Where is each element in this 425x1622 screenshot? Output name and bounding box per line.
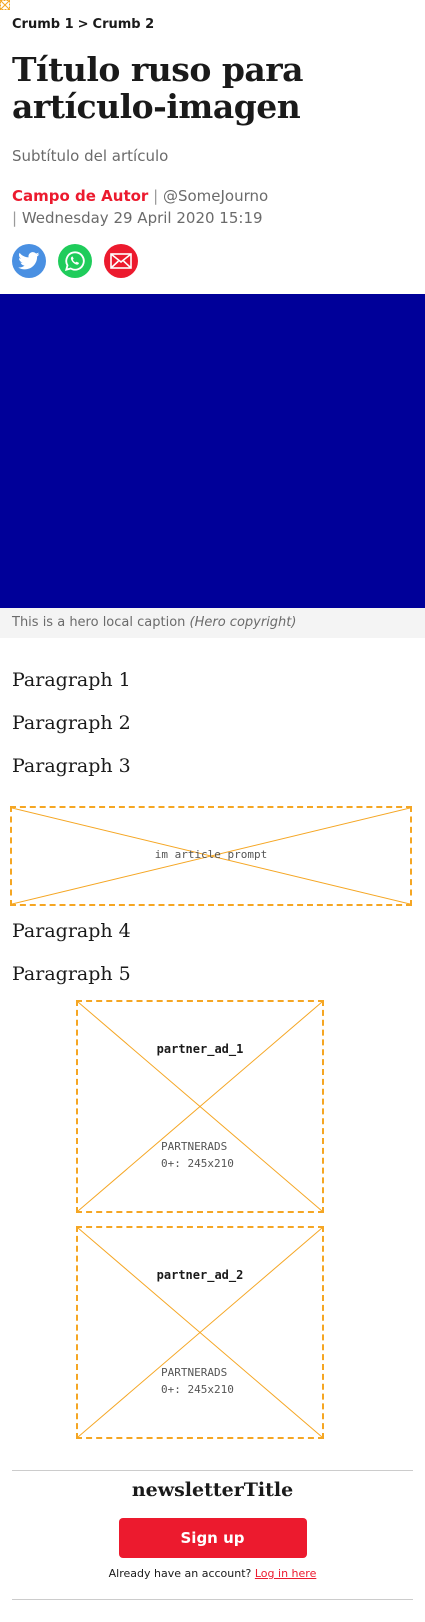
login-link[interactable]: Log in here bbox=[255, 1567, 316, 1580]
publish-date: Wednesday 29 April 2020 15:19 bbox=[21, 209, 263, 227]
signup-button[interactable]: Sign up bbox=[118, 1518, 307, 1558]
ad-size: 0+: 245x210 bbox=[161, 1157, 234, 1170]
login-prompt-text: Already have an account? bbox=[108, 1567, 252, 1580]
login-prompt: Already have an account? Log in here bbox=[12, 1567, 413, 1580]
whatsapp-share-button[interactable] bbox=[58, 244, 92, 278]
byline-separator: | bbox=[153, 187, 159, 205]
email-share-button[interactable] bbox=[104, 244, 138, 278]
ad-slot-name: partner_ad_1 bbox=[156, 1042, 244, 1056]
article-prompt-placeholder: im article prompt bbox=[10, 806, 412, 906]
paragraph: Paragraph 3 bbox=[12, 755, 131, 777]
prompt-placeholder-label: im article prompt bbox=[154, 848, 268, 861]
article-header: Crumb 1 > Crumb 2 Título ruso para artícul… bbox=[0, 0, 425, 278]
hero-caption: This is a hero local caption (Hero copyr… bbox=[0, 608, 425, 638]
ad-slot-meta: PARTNERADS 0+: 245x210 bbox=[161, 1138, 234, 1172]
paragraph: Paragraph 5 bbox=[12, 963, 131, 985]
ad-provider: PARTNERADS bbox=[161, 1140, 228, 1153]
twitter-icon bbox=[18, 252, 40, 270]
partner-ad-slot[interactable]: partner_ad_1 PARTNERADS 0+: 245x210 bbox=[76, 1000, 324, 1213]
placeholder-cross-icon bbox=[78, 1002, 322, 1211]
twitter-share-button[interactable] bbox=[12, 244, 46, 278]
top-corner-placeholder bbox=[0, 0, 10, 10]
article-subtitle: Subtítulo del artículo bbox=[12, 147, 169, 165]
author-handle[interactable]: @SomeJourno bbox=[163, 187, 268, 205]
share-buttons bbox=[12, 244, 413, 278]
placeholder-cross-icon bbox=[78, 1228, 322, 1437]
article-title: Título ruso para artículo-imagen bbox=[12, 50, 304, 126]
ad-slot-meta: PARTNERADS 0+: 245x210 bbox=[161, 1364, 234, 1398]
caption-copyright: (Hero copyright) bbox=[189, 615, 297, 630]
article-body: Paragraph 1 Paragraph 2 Paragraph 3 im a… bbox=[0, 668, 425, 986]
ad-provider: PARTNERADS bbox=[161, 1366, 228, 1379]
partner-ad-slot[interactable]: partner_ad_2 PARTNERADS 0+: 245x210 bbox=[76, 1226, 324, 1439]
byline-separator: | bbox=[12, 209, 18, 227]
breadcrumb-item-1[interactable]: Crumb 1 bbox=[12, 17, 74, 32]
ad-size: 0+: 245x210 bbox=[161, 1383, 234, 1396]
whatsapp-icon bbox=[64, 251, 85, 272]
ad-slot-name: partner_ad_2 bbox=[156, 1268, 244, 1282]
breadcrumb-item-2[interactable]: Crumb 2 bbox=[93, 17, 155, 32]
email-icon bbox=[110, 253, 132, 269]
breadcrumb: Crumb 1 > Crumb 2 bbox=[12, 16, 413, 34]
paragraph: Paragraph 1 bbox=[12, 669, 131, 691]
paragraph: Paragraph 2 bbox=[12, 712, 131, 734]
author-name[interactable]: Campo de Autor bbox=[12, 187, 148, 205]
newsletter-title: newsletterTitle bbox=[131, 1479, 294, 1501]
caption-text: This is a hero local caption bbox=[12, 615, 186, 630]
byline: Campo de Autor | @SomeJourno | Wednesday… bbox=[12, 185, 413, 229]
breadcrumb-separator: > bbox=[77, 17, 89, 32]
hero-image bbox=[0, 294, 425, 608]
newsletter-signup: newsletterTitle Sign up Already have an … bbox=[12, 1470, 413, 1600]
paragraph: Paragraph 4 bbox=[12, 920, 131, 942]
